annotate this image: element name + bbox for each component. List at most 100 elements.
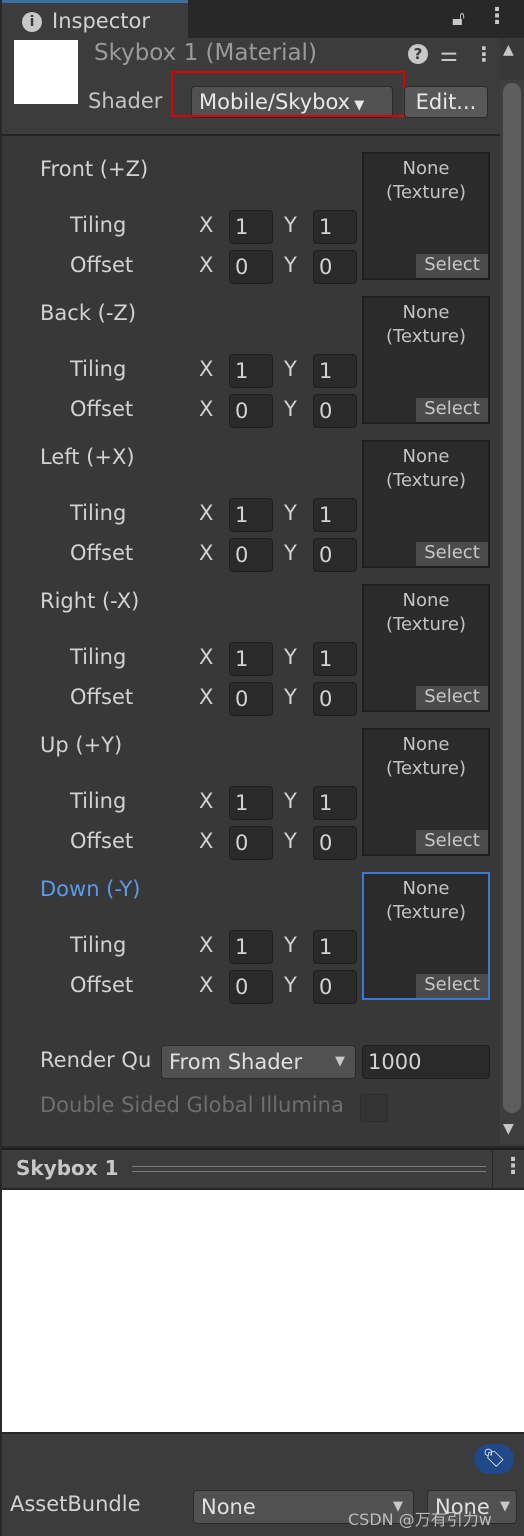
scroll-up-icon[interactable]: ▲	[503, 42, 514, 58]
offset-y-input[interactable]: 0	[313, 826, 357, 860]
tiling-x-input[interactable]: 1	[229, 930, 273, 964]
drag-handle[interactable]	[132, 1166, 486, 1172]
render-queue-mode: From Shader	[169, 1050, 303, 1074]
y-axis-label: Y	[284, 541, 297, 565]
material-menu-icon[interactable]: ⋮	[474, 42, 494, 66]
texture-type-label: (Texture)	[386, 326, 466, 347]
offset-x-input[interactable]: 0	[229, 970, 273, 1004]
info-icon: i	[22, 12, 42, 32]
tiling-y-input[interactable]: 1	[313, 786, 357, 820]
chevron-down-icon: ▼	[335, 1054, 345, 1069]
scroll-down-icon[interactable]: ▼	[503, 1121, 514, 1137]
y-axis-label: Y	[284, 685, 297, 709]
x-axis-label: X	[199, 685, 214, 709]
y-axis-label: Y	[284, 397, 297, 421]
tiling-x-input[interactable]: 1	[229, 210, 273, 244]
tiling-x-input[interactable]: 1	[229, 642, 273, 676]
tab-title: Inspector	[52, 9, 150, 33]
offset-x-input[interactable]: 0	[229, 394, 273, 428]
texture-select-button[interactable]: Select	[416, 398, 488, 422]
texture-slot[interactable]: None (Texture) Select	[362, 296, 490, 424]
section-label: Front (+Z)	[40, 157, 149, 181]
asset-label-tag-icon[interactable]: 🏷︎	[474, 1444, 514, 1474]
tiling-x-input[interactable]: 1	[229, 786, 273, 820]
more-menu-icon[interactable]: ⋮	[486, 4, 508, 29]
offset-y-input[interactable]: 0	[313, 538, 357, 572]
texture-slot[interactable]: None (Texture) Select	[362, 440, 490, 568]
preset-sliders-icon[interactable]: ⚌	[440, 42, 458, 66]
offset-x-input[interactable]: 0	[229, 682, 273, 716]
tiling-y-input[interactable]: 1	[313, 642, 357, 676]
y-axis-label: Y	[284, 645, 297, 669]
texture-slot[interactable]: None (Texture) Select	[362, 872, 490, 1000]
offset-label: Offset	[70, 253, 134, 277]
tiling-y-input[interactable]: 1	[313, 210, 357, 244]
render-queue-dropdown[interactable]: From Shader ▼	[161, 1045, 356, 1079]
tiling-label: Tiling	[70, 933, 127, 957]
x-axis-label: X	[199, 357, 214, 381]
y-axis-label: Y	[284, 253, 297, 277]
scrollbar-thumb[interactable]	[503, 83, 521, 1113]
x-axis-label: X	[199, 213, 214, 237]
edit-shader-button[interactable]: Edit...	[404, 86, 488, 118]
tiling-label: Tiling	[70, 213, 127, 237]
render-queue-input[interactable]: 1000	[362, 1045, 490, 1079]
tiling-y-input[interactable]: 1	[313, 354, 357, 388]
texture-select-button[interactable]: Select	[416, 686, 488, 710]
x-axis-label: X	[199, 501, 214, 525]
offset-x-input[interactable]: 0	[229, 826, 273, 860]
section-label: Down (-Y)	[40, 877, 141, 901]
texture-none-label: None	[402, 446, 450, 467]
material-preview[interactable]	[2, 1190, 524, 1432]
x-axis-label: X	[199, 829, 214, 853]
inspector-tab[interactable]: i Inspector	[2, 0, 188, 40]
x-axis-label: X	[199, 933, 214, 957]
tiling-label: Tiling	[70, 645, 127, 669]
preview-bar[interactable]: Skybox 1 ⋮	[2, 1148, 524, 1188]
texture-select-button[interactable]: Select	[416, 254, 488, 278]
lock-icon[interactable]: 🔓︎	[452, 6, 465, 30]
x-axis-label: X	[199, 973, 214, 997]
offset-y-input[interactable]: 0	[313, 394, 357, 428]
texture-select-button[interactable]: Select	[416, 974, 488, 998]
tiling-x-input[interactable]: 1	[229, 498, 273, 532]
x-axis-label: X	[199, 253, 214, 277]
material-title: Skybox 1 (Material)	[94, 40, 317, 66]
tiling-label: Tiling	[70, 501, 127, 525]
material-thumbnail	[14, 40, 78, 104]
y-axis-label: Y	[284, 933, 297, 957]
double-sided-gi-checkbox[interactable]	[360, 1094, 388, 1122]
x-axis-label: X	[199, 541, 214, 565]
offset-label: Offset	[70, 685, 134, 709]
chevron-down-icon: ▼	[500, 1499, 510, 1514]
tiling-y-input[interactable]: 1	[313, 930, 357, 964]
help-icon[interactable]: ?	[408, 44, 428, 64]
offset-y-input[interactable]: 0	[313, 682, 357, 716]
section-label: Up (+Y)	[40, 733, 123, 757]
y-axis-label: Y	[284, 973, 297, 997]
divider	[492, 1150, 493, 1188]
texture-slot[interactable]: None (Texture) Select	[362, 584, 490, 712]
preview-menu-icon[interactable]: ⋮	[502, 1154, 524, 1179]
texture-slot[interactable]: None (Texture) Select	[362, 728, 490, 856]
texture-select-button[interactable]: Select	[416, 542, 488, 566]
tiling-y-input[interactable]: 1	[313, 498, 357, 532]
offset-x-input[interactable]: 0	[229, 538, 273, 572]
tiling-label: Tiling	[70, 789, 127, 813]
texture-type-label: (Texture)	[386, 758, 466, 779]
offset-label: Offset	[70, 397, 134, 421]
offset-label: Offset	[70, 541, 134, 565]
texture-select-button[interactable]: Select	[416, 830, 488, 854]
texture-slot[interactable]: None (Texture) Select	[362, 152, 490, 280]
offset-y-input[interactable]: 0	[313, 250, 357, 284]
offset-label: Offset	[70, 829, 134, 853]
preview-title: Skybox 1	[16, 1156, 119, 1180]
texture-none-label: None	[402, 878, 450, 899]
tiling-label: Tiling	[70, 357, 127, 381]
highlight-box	[171, 71, 405, 117]
x-axis-label: X	[199, 397, 214, 421]
offset-y-input[interactable]: 0	[313, 970, 357, 1004]
section-label: Back (-Z)	[40, 301, 137, 325]
offset-x-input[interactable]: 0	[229, 250, 273, 284]
tiling-x-input[interactable]: 1	[229, 354, 273, 388]
